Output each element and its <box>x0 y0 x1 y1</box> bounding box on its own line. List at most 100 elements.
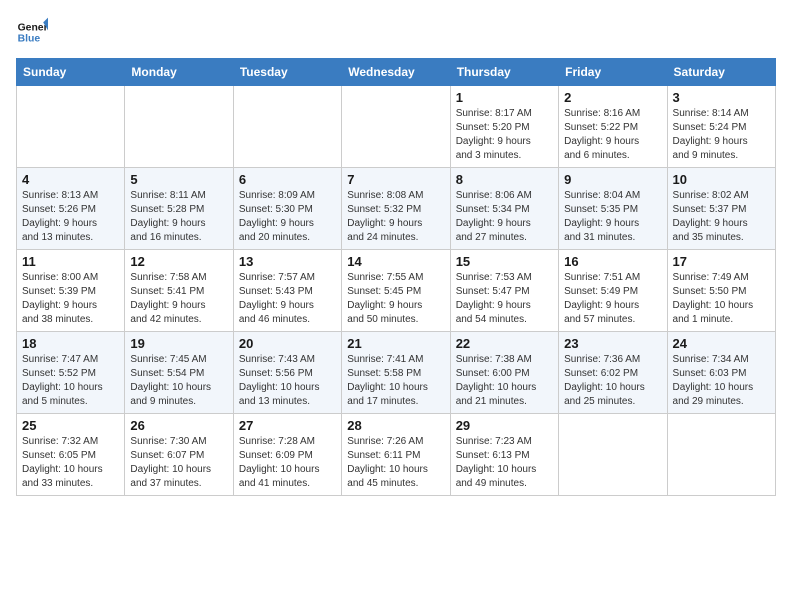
svg-text:General: General <box>18 22 48 33</box>
cell-info: Sunrise: 7:34 AM Sunset: 6:03 PM Dayligh… <box>673 353 770 409</box>
date-number: 7 <box>347 172 444 187</box>
cell-info: Sunrise: 7:55 AM Sunset: 5:45 PM Dayligh… <box>347 271 444 327</box>
date-number: 26 <box>130 418 227 433</box>
date-number: 8 <box>456 172 553 187</box>
cell-info: Sunrise: 7:23 AM Sunset: 6:13 PM Dayligh… <box>456 435 553 491</box>
cell-info: Sunrise: 7:49 AM Sunset: 5:50 PM Dayligh… <box>673 271 770 327</box>
cell-info: Sunrise: 8:09 AM Sunset: 5:30 PM Dayligh… <box>239 189 336 245</box>
cell-info: Sunrise: 8:11 AM Sunset: 5:28 PM Dayligh… <box>130 189 227 245</box>
date-number: 27 <box>239 418 336 433</box>
cell-info: Sunrise: 7:53 AM Sunset: 5:47 PM Dayligh… <box>456 271 553 327</box>
calendar-cell: 25 Sunrise: 7:32 AM Sunset: 6:05 PM Dayli… <box>17 414 125 496</box>
calendar-cell: 15 Sunrise: 7:53 AM Sunset: 5:47 PM Dayli… <box>450 250 558 332</box>
calendar-cell: 7 Sunrise: 8:08 AM Sunset: 5:32 PM Daylig… <box>342 168 450 250</box>
calendar-cell: 17 Sunrise: 7:49 AM Sunset: 5:50 PM Dayli… <box>667 250 775 332</box>
calendar-cell: 22 Sunrise: 7:38 AM Sunset: 6:00 PM Dayli… <box>450 332 558 414</box>
week-row-2: 4Sunrise: 8:13 AM Sunset: 5:26 PM Daylig… <box>17 168 776 250</box>
cell-info: Sunrise: 7:43 AM Sunset: 5:56 PM Dayligh… <box>239 353 336 409</box>
calendar-cell: 18Sunrise: 7:47 AM Sunset: 5:52 PM Dayli… <box>17 332 125 414</box>
cell-info: Sunrise: 7:26 AM Sunset: 6:11 PM Dayligh… <box>347 435 444 491</box>
date-number: 5 <box>130 172 227 187</box>
date-number: 21 <box>347 336 444 351</box>
calendar-cell <box>342 86 450 168</box>
week-row-3: 11 Sunrise: 8:00 AM Sunset: 5:39 PM Dayli… <box>17 250 776 332</box>
date-number: 20 <box>239 336 336 351</box>
date-number: 17 <box>673 254 770 269</box>
header-row: SundayMondayTuesdayWednesdayThursdayFrid… <box>17 59 776 86</box>
calendar-cell: 3 Sunrise: 8:14 AM Sunset: 5:24 PM Daylig… <box>667 86 775 168</box>
date-number: 2 <box>564 90 661 105</box>
date-number: 18 <box>22 336 119 351</box>
day-header-sunday: Sunday <box>17 59 125 86</box>
calendar-cell: 28 Sunrise: 7:26 AM Sunset: 6:11 PM Dayli… <box>342 414 450 496</box>
date-number: 28 <box>347 418 444 433</box>
cell-info: Sunrise: 7:51 AM Sunset: 5:49 PM Dayligh… <box>564 271 661 327</box>
cell-info: Sunrise: 7:30 AM Sunset: 6:07 PM Dayligh… <box>130 435 227 491</box>
calendar-cell <box>233 86 341 168</box>
calendar-cell <box>667 414 775 496</box>
cell-info: Sunrise: 8:16 AM Sunset: 5:22 PM Dayligh… <box>564 107 661 163</box>
date-number: 11 <box>22 254 119 269</box>
calendar-cell: 11 Sunrise: 8:00 AM Sunset: 5:39 PM Dayli… <box>17 250 125 332</box>
date-number: 12 <box>130 254 227 269</box>
date-number: 22 <box>456 336 553 351</box>
calendar-cell: 9 Sunrise: 8:04 AM Sunset: 5:35 PM Daylig… <box>559 168 667 250</box>
cell-info: Sunrise: 8:06 AM Sunset: 5:34 PM Dayligh… <box>456 189 553 245</box>
day-header-wednesday: Wednesday <box>342 59 450 86</box>
date-number: 1 <box>456 90 553 105</box>
calendar-cell: 8 Sunrise: 8:06 AM Sunset: 5:34 PM Daylig… <box>450 168 558 250</box>
cell-info: Sunrise: 8:17 AM Sunset: 5:20 PM Dayligh… <box>456 107 553 163</box>
calendar-cell <box>559 414 667 496</box>
cell-info: Sunrise: 8:02 AM Sunset: 5:37 PM Dayligh… <box>673 189 770 245</box>
date-number: 24 <box>673 336 770 351</box>
week-row-1: 1 Sunrise: 8:17 AM Sunset: 5:20 PM Daylig… <box>17 86 776 168</box>
calendar-cell <box>125 86 233 168</box>
cell-info: Sunrise: 7:57 AM Sunset: 5:43 PM Dayligh… <box>239 271 336 327</box>
calendar-table: SundayMondayTuesdayWednesdayThursdayFrid… <box>16 58 776 496</box>
date-number: 14 <box>347 254 444 269</box>
date-number: 19 <box>130 336 227 351</box>
calendar-cell: 13Sunrise: 7:57 AM Sunset: 5:43 PM Dayli… <box>233 250 341 332</box>
week-row-4: 18Sunrise: 7:47 AM Sunset: 5:52 PM Dayli… <box>17 332 776 414</box>
cell-info: Sunrise: 7:45 AM Sunset: 5:54 PM Dayligh… <box>130 353 227 409</box>
date-number: 3 <box>673 90 770 105</box>
date-number: 15 <box>456 254 553 269</box>
cell-info: Sunrise: 8:08 AM Sunset: 5:32 PM Dayligh… <box>347 189 444 245</box>
cell-info: Sunrise: 7:32 AM Sunset: 6:05 PM Dayligh… <box>22 435 119 491</box>
calendar-cell: 26 Sunrise: 7:30 AM Sunset: 6:07 PM Dayli… <box>125 414 233 496</box>
date-number: 16 <box>564 254 661 269</box>
date-number: 10 <box>673 172 770 187</box>
date-number: 4 <box>22 172 119 187</box>
day-header-friday: Friday <box>559 59 667 86</box>
calendar-cell: 10 Sunrise: 8:02 AM Sunset: 5:37 PM Dayli… <box>667 168 775 250</box>
day-header-monday: Monday <box>125 59 233 86</box>
cell-info: Sunrise: 7:28 AM Sunset: 6:09 PM Dayligh… <box>239 435 336 491</box>
cell-info: Sunrise: 8:04 AM Sunset: 5:35 PM Dayligh… <box>564 189 661 245</box>
calendar-cell: 16 Sunrise: 7:51 AM Sunset: 5:49 PM Dayli… <box>559 250 667 332</box>
date-number: 9 <box>564 172 661 187</box>
date-number: 6 <box>239 172 336 187</box>
calendar-cell: 27 Sunrise: 7:28 AM Sunset: 6:09 PM Dayli… <box>233 414 341 496</box>
cell-info: Sunrise: 7:38 AM Sunset: 6:00 PM Dayligh… <box>456 353 553 409</box>
day-header-tuesday: Tuesday <box>233 59 341 86</box>
day-header-saturday: Saturday <box>667 59 775 86</box>
cell-info: Sunrise: 7:58 AM Sunset: 5:41 PM Dayligh… <box>130 271 227 327</box>
day-header-thursday: Thursday <box>450 59 558 86</box>
cell-info: Sunrise: 7:41 AM Sunset: 5:58 PM Dayligh… <box>347 353 444 409</box>
calendar-cell: 1 Sunrise: 8:17 AM Sunset: 5:20 PM Daylig… <box>450 86 558 168</box>
date-number: 23 <box>564 336 661 351</box>
calendar-cell: 5 Sunrise: 8:11 AM Sunset: 5:28 PM Daylig… <box>125 168 233 250</box>
calendar-cell: 21 Sunrise: 7:41 AM Sunset: 5:58 PM Dayli… <box>342 332 450 414</box>
calendar-cell: 4Sunrise: 8:13 AM Sunset: 5:26 PM Daylig… <box>17 168 125 250</box>
date-number: 29 <box>456 418 553 433</box>
header: General Blue <box>16 16 776 48</box>
cell-info: Sunrise: 8:00 AM Sunset: 5:39 PM Dayligh… <box>22 271 119 327</box>
calendar-cell: 2 Sunrise: 8:16 AM Sunset: 5:22 PM Daylig… <box>559 86 667 168</box>
logo: General Blue <box>16 16 48 48</box>
calendar-cell: 29 Sunrise: 7:23 AM Sunset: 6:13 PM Dayli… <box>450 414 558 496</box>
cell-info: Sunrise: 7:36 AM Sunset: 6:02 PM Dayligh… <box>564 353 661 409</box>
calendar-cell: 12 Sunrise: 7:58 AM Sunset: 5:41 PM Dayli… <box>125 250 233 332</box>
svg-text:Blue: Blue <box>18 34 41 45</box>
cell-info: Sunrise: 8:14 AM Sunset: 5:24 PM Dayligh… <box>673 107 770 163</box>
date-number: 25 <box>22 418 119 433</box>
